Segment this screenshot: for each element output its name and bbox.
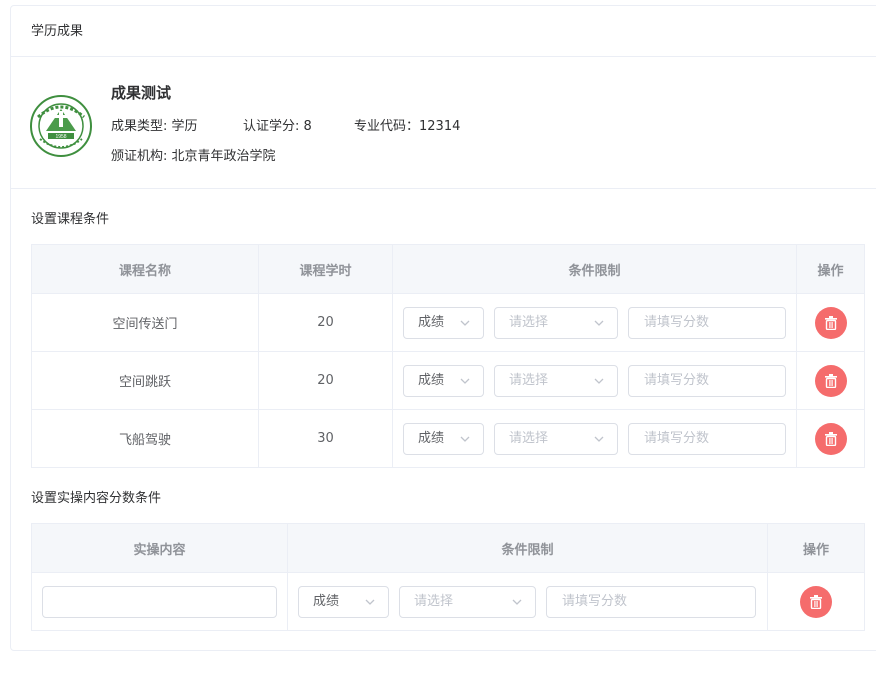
score-placeholder: 请填写分数: [562, 593, 628, 609]
delete-button[interactable]: [814, 306, 847, 339]
condition-type-value: 成绩: [418, 430, 445, 446]
table-row: 飞船驾驶 30 成绩 请选择 请填写分数: [31, 409, 865, 468]
operator-select[interactable]: 请选择: [494, 422, 618, 455]
operator-placeholder: 请选择: [509, 430, 549, 446]
course-table-header: 课程名称 课程学时 条件限制 操作: [31, 244, 865, 294]
achievement-title: 成果测试: [111, 84, 172, 102]
operator-select[interactable]: 请选择: [494, 306, 618, 339]
column-header: 实操内容: [31, 523, 288, 573]
score-input[interactable]: 请填写分数: [628, 364, 786, 397]
column-header: 操作: [767, 523, 865, 573]
delete-button[interactable]: [814, 364, 847, 397]
score-input[interactable]: 请填写分数: [546, 585, 756, 618]
column-header: 课程学时: [258, 244, 393, 294]
operator-placeholder: 请选择: [509, 314, 549, 330]
condition-type-select[interactable]: 成绩: [403, 422, 484, 455]
practice-section-title: 设置实操内容分数条件: [31, 491, 162, 506]
trash-icon: [810, 594, 822, 609]
course-name: 空间跳跃: [31, 351, 259, 410]
table-row: 空间跳跃 20 成绩 请选择 请填写分数: [31, 351, 865, 410]
score-placeholder: 请填写分数: [644, 314, 710, 330]
logo-year-text: 1958: [55, 134, 66, 140]
condition-type-value: 成绩: [418, 372, 445, 388]
table-row: 空间传送门 20 成绩 请选择 请填写分数: [31, 293, 865, 352]
chevron-down-icon: [460, 320, 470, 326]
condition-cell: 成绩 请选择 请填写分数: [287, 572, 768, 631]
condition-cell: 成绩 请选择 请填写分数: [392, 409, 797, 468]
chevron-down-icon: [594, 378, 604, 384]
operator-select[interactable]: 请选择: [399, 585, 536, 618]
course-hours: 30: [258, 409, 393, 468]
chevron-down-icon: [512, 599, 522, 605]
operator-placeholder: 请选择: [509, 372, 549, 388]
delete-button[interactable]: [814, 422, 847, 455]
card-header: 学历成果: [11, 6, 876, 57]
trash-icon: [824, 431, 837, 446]
operator-select[interactable]: 请选择: [494, 364, 618, 397]
course-name: 飞船驾驶: [31, 409, 259, 468]
condition-type-value: 成绩: [418, 314, 445, 330]
column-header: 条件限制: [392, 244, 797, 294]
practice-table: 实操内容 条件限制 操作 成绩 请选择 请填写分数: [31, 523, 865, 631]
action-cell: [796, 409, 865, 468]
score-input[interactable]: 请填写分数: [628, 422, 786, 455]
delete-button[interactable]: [800, 585, 832, 618]
achievement-info: 1958 成果测试 成果类型: 学历 认证学分: 8 专业代码：12314 颁证机构…: [11, 57, 876, 189]
achievement-card: 学历成果 1958 成果测试 成果类型: 学历 认证学分: 8 专业代码：12314…: [10, 5, 876, 651]
school-seal-logo-icon: 1958: [30, 95, 92, 157]
condition-type-select[interactable]: 成绩: [403, 364, 484, 397]
course-hours: 20: [258, 351, 393, 410]
achievement-type: 成果类型: 学历: [111, 119, 198, 134]
course-hours: 20: [258, 293, 393, 352]
chevron-down-icon: [365, 599, 375, 605]
condition-type-value: 成绩: [313, 593, 340, 609]
action-cell: [767, 572, 865, 631]
condition-cell: 成绩 请选择 请填写分数: [392, 351, 797, 410]
practice-table-header: 实操内容 条件限制 操作: [31, 523, 865, 573]
practice-content-input[interactable]: [42, 585, 277, 618]
condition-type-select[interactable]: 成绩: [403, 306, 484, 339]
score-placeholder: 请填写分数: [644, 372, 710, 388]
course-table: 课程名称 课程学时 条件限制 操作 空间传送门 20 成绩 请选择 请填写分数 空间…: [31, 244, 865, 468]
condition-type-select[interactable]: 成绩: [298, 585, 389, 618]
course-section-title: 设置课程条件: [31, 212, 110, 227]
practice-content-cell: [31, 572, 288, 631]
achievement-meta: 成果类型: 学历 认证学分: 8 专业代码：12314: [111, 115, 460, 134]
action-cell: [796, 293, 865, 352]
operator-placeholder: 请选择: [414, 593, 454, 609]
chevron-down-icon: [460, 436, 470, 442]
chevron-down-icon: [594, 436, 604, 442]
course-name: 空间传送门: [31, 293, 259, 352]
chevron-down-icon: [594, 320, 604, 326]
trash-icon: [824, 373, 837, 388]
table-row: 成绩 请选择 请填写分数: [31, 572, 865, 631]
action-cell: [796, 351, 865, 410]
achievement-issuer: 颁证机构: 北京青年政治学院: [111, 149, 276, 164]
condition-cell: 成绩 请选择 请填写分数: [392, 293, 797, 352]
achievement-credits: 认证学分: 8: [243, 119, 312, 134]
chevron-down-icon: [460, 378, 470, 384]
score-placeholder: 请填写分数: [644, 430, 710, 446]
score-input[interactable]: 请填写分数: [628, 306, 786, 339]
column-header: 条件限制: [287, 523, 768, 573]
column-header: 课程名称: [31, 244, 259, 294]
trash-icon: [824, 315, 837, 330]
achievement-major-code: 专业代码：12314: [354, 119, 461, 134]
column-header: 操作: [796, 244, 865, 294]
